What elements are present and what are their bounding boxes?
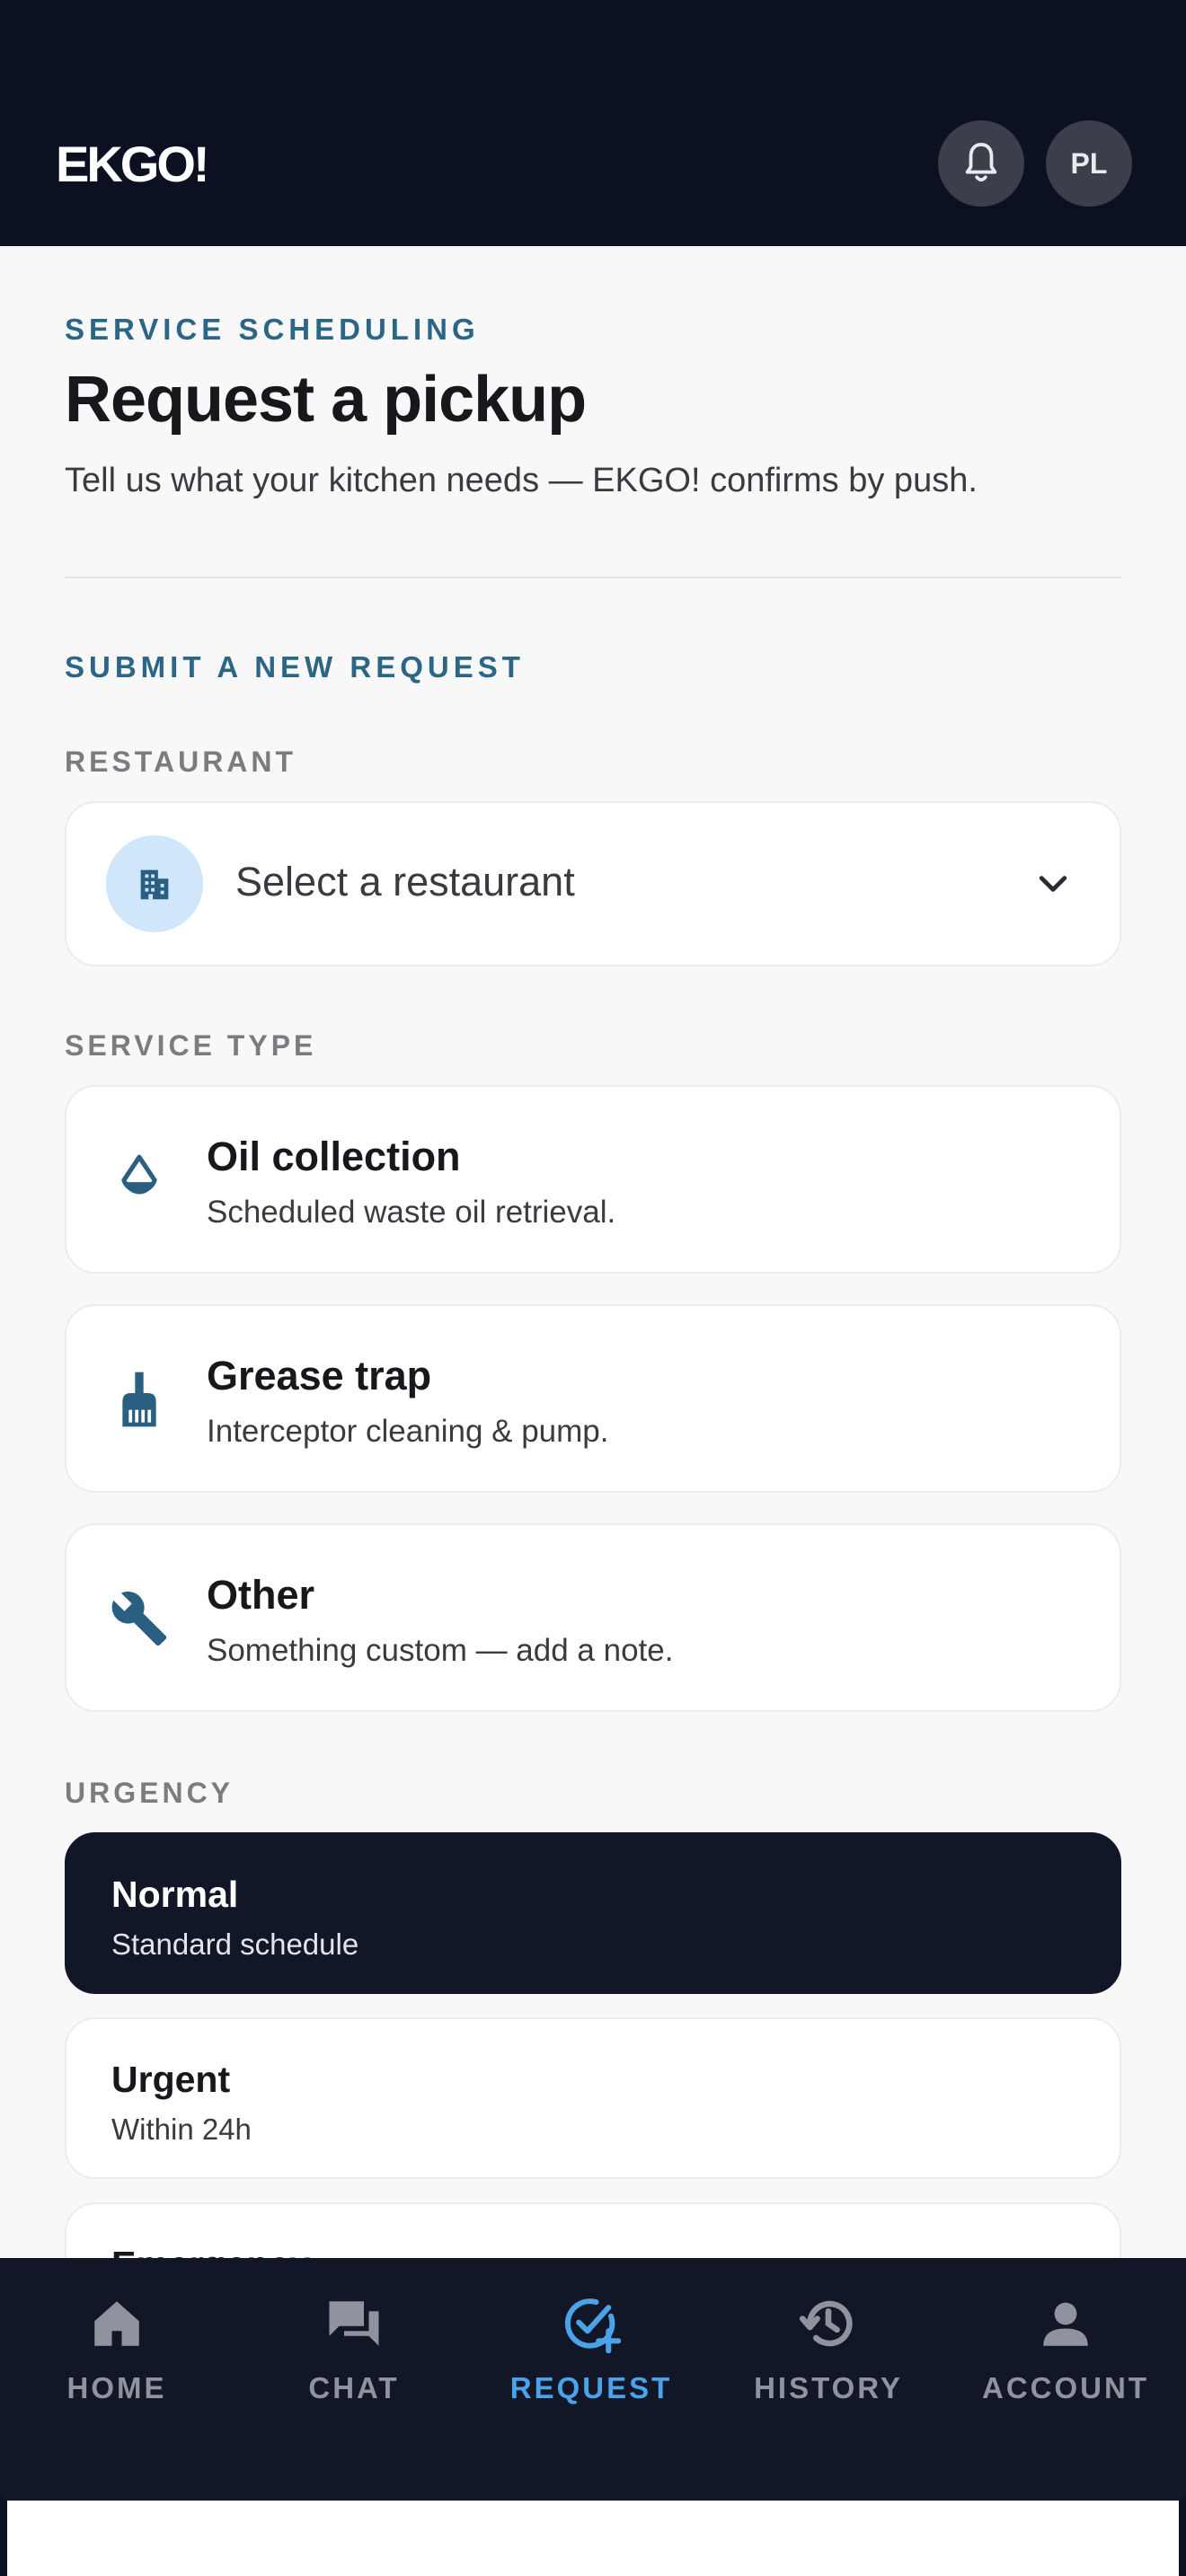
bell-icon (965, 143, 997, 182)
wrench-icon (108, 1584, 171, 1653)
service-option-desc: Interceptor cleaning & pump. (207, 1414, 609, 1449)
urgency-label: URGENCY (65, 1777, 235, 1809)
chevron-down-icon (1039, 876, 1067, 892)
main-content: SERVICE SCHEDULING Request a pickup Tell… (0, 246, 1186, 2258)
service-type-label: SERVICE TYPE (65, 1029, 317, 1062)
section-title: SUBMIT A NEW REQUEST (65, 650, 525, 684)
oil-drop-icon (108, 1146, 171, 1214)
tab-label: HOME (66, 2371, 167, 2404)
tab-label: HISTORY (754, 2371, 903, 2404)
request-check-icon (564, 2298, 621, 2353)
avatar-button[interactable]: PL (1046, 120, 1132, 207)
page-eyebrow: SERVICE SCHEDULING (65, 313, 480, 346)
page-title: Request a pickup (65, 364, 587, 436)
service-option-oil-collection[interactable]: Oil collection Scheduled waste oil retri… (65, 1085, 1121, 1274)
service-option-desc: Scheduled waste oil retrieval. (207, 1195, 616, 1230)
urgency-option-title: Emergency (111, 2244, 310, 2258)
page-subtitle: Tell us what your kitchen needs — EKGO! … (65, 462, 978, 499)
service-option-other[interactable]: Other Something custom — add a note. (65, 1523, 1121, 1712)
restaurant-select-placeholder: Select a restaurant (235, 859, 575, 904)
service-option-title: Grease trap (207, 1353, 432, 1398)
app-logo: EKGO! (56, 136, 210, 192)
tab-chat[interactable]: CHAT (255, 2294, 453, 2420)
service-option-title: Other (207, 1572, 315, 1618)
restaurant-label: RESTAURANT (65, 745, 297, 778)
bottom-tab-bar: HOME CHAT REQUEST HISTORY ACCOUNT (0, 2258, 1186, 2501)
avatar-initials: PL (1070, 146, 1108, 180)
tab-request[interactable]: REQUEST (492, 2294, 690, 2420)
urgency-option-desc: Within 24h (111, 2113, 252, 2146)
brush-icon (108, 1365, 171, 1434)
service-option-grease-trap[interactable]: Grease trap Interceptor cleaning & pump. (65, 1304, 1121, 1493)
service-option-title: Oil collection (207, 1134, 461, 1179)
home-icon (94, 2301, 139, 2346)
notifications-button[interactable] (938, 120, 1024, 207)
urgency-option-normal[interactable]: Normal Standard schedule (65, 1832, 1121, 1994)
urgency-option-title: Normal (111, 1874, 239, 1915)
building-icon (106, 835, 203, 932)
service-option-desc: Something custom — add a note. (207, 1633, 674, 1668)
home-indicator-area (7, 2501, 1179, 2576)
app-header: EKGO! PL (0, 0, 1186, 246)
tab-label: CHAT (308, 2371, 400, 2404)
tab-history[interactable]: HISTORY (730, 2294, 927, 2420)
urgency-option-title: Urgent (111, 2059, 231, 2100)
restaurant-select[interactable]: Select a restaurant (65, 801, 1121, 966)
urgency-option-emergency[interactable]: Emergency (65, 2202, 1121, 2258)
tab-home[interactable]: HOME (18, 2294, 216, 2420)
account-icon (1043, 2302, 1088, 2346)
urgency-option-desc: Standard schedule (111, 1928, 359, 1961)
chat-icon (329, 2301, 379, 2346)
tab-label: ACCOUNT (982, 2371, 1149, 2404)
tab-account[interactable]: ACCOUNT (967, 2294, 1164, 2420)
urgency-option-urgent[interactable]: Urgent Within 24h (65, 2017, 1121, 2179)
tab-label: REQUEST (509, 2371, 673, 2404)
divider (65, 577, 1121, 578)
history-icon (799, 2300, 853, 2347)
